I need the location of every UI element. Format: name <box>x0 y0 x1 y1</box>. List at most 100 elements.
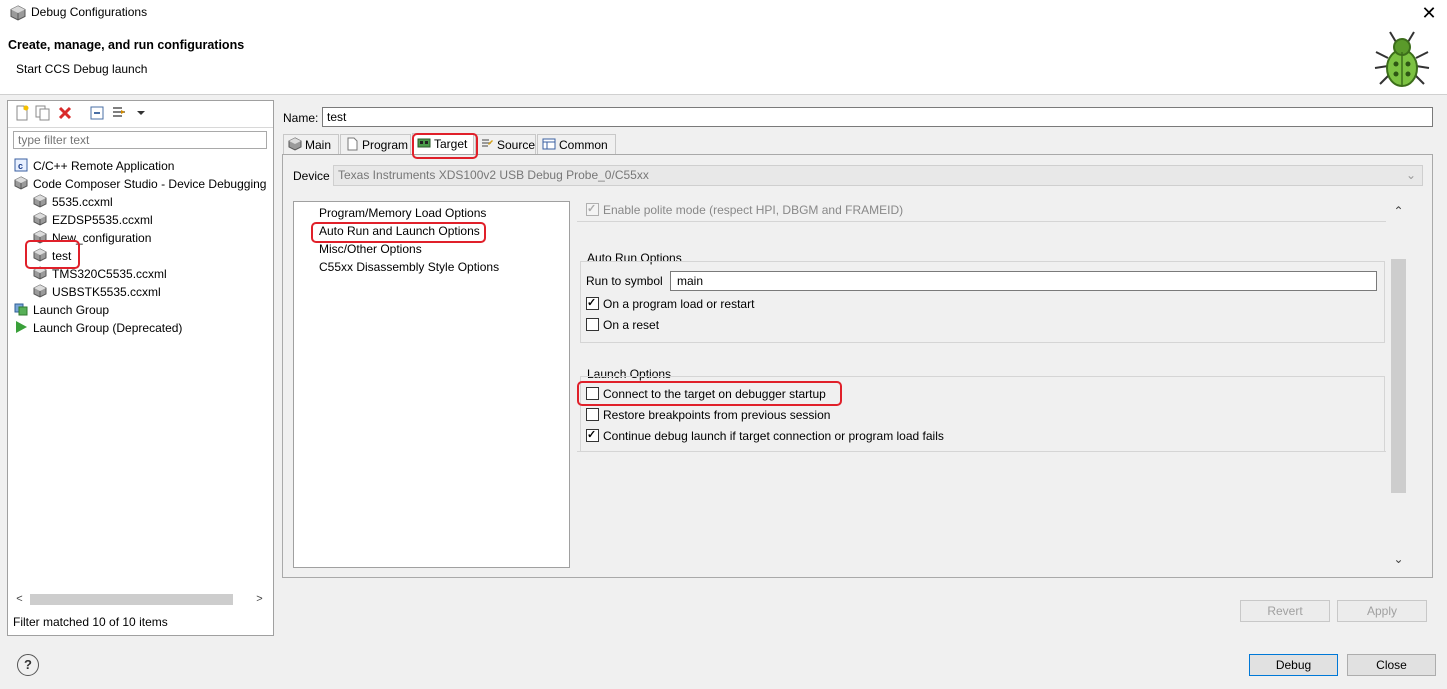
scroll-up-icon[interactable]: ⌃ <box>1390 203 1407 220</box>
restore-breakpoints-label: Restore breakpoints from previous sessio… <box>603 408 831 422</box>
tree-item-label: C/C++ Remote Application <box>33 159 175 173</box>
help-icon[interactable]: ? <box>17 654 39 676</box>
ccs-cube-icon <box>33 194 47 208</box>
checkbox-icon <box>586 201 599 218</box>
tree-item-ezdsp5535-ccxml[interactable]: EZDSP5535.ccxml <box>33 211 153 229</box>
tab-label: Common <box>559 138 608 152</box>
ccs-cube-icon <box>33 212 47 226</box>
tree-item-label: 5535.ccxml <box>52 195 113 209</box>
option-c55xx-disassembly-style-options[interactable]: C55xx Disassembly Style Options <box>319 258 499 276</box>
debug-button[interactable]: Debug <box>1249 654 1338 676</box>
options-pane: Enable polite mode (respect HPI, DBGM an… <box>577 201 1408 568</box>
apply-button[interactable]: Apply <box>1337 600 1427 622</box>
configuration-tree-panel: < > Filter matched 10 of 10 items c C/C++… <box>7 100 274 636</box>
ccs-cube-icon <box>33 248 47 262</box>
horizontal-scrollbar[interactable]: < > <box>8 591 273 608</box>
checkbox-icon <box>586 426 599 444</box>
scroll-down-icon[interactable]: ⌄ <box>1390 551 1407 568</box>
close-button[interactable]: Close <box>1347 654 1436 676</box>
delete-configuration-icon[interactable] <box>57 105 73 121</box>
divider <box>577 451 1386 452</box>
connect-on-startup-label: Connect to the target on debugger startu… <box>603 387 826 401</box>
filter-configurations-icon[interactable] <box>111 105 127 121</box>
tree-item-c-c-remote-application[interactable]: c C/C++ Remote Application <box>14 157 174 175</box>
tree-item-label: New_configuration <box>52 231 152 245</box>
tree-item-launch-group[interactable]: Launch Group <box>14 301 109 319</box>
launch-arrow-icon <box>16 321 27 333</box>
ccs-cube-icon <box>14 176 28 190</box>
tree-item-code-composer-studio-device-debugging[interactable]: Code Composer Studio - Device Debugging <box>14 175 266 193</box>
banner-subtitle: Start CCS Debug launch <box>16 62 148 76</box>
tab-source[interactable]: Source <box>475 134 536 154</box>
tree-item-label: EZDSP5535.ccxml <box>52 213 153 227</box>
filter-input[interactable] <box>13 131 267 149</box>
tree-item-test[interactable]: test <box>33 247 71 265</box>
tree-item-label: Code Composer Studio - Device Debugging <box>33 177 267 191</box>
table-icon <box>542 138 556 150</box>
ccs-cube-icon <box>33 230 47 244</box>
tree-item-new-configuration[interactable]: New_configuration <box>33 229 151 247</box>
options-vertical-scrollbar[interactable]: ⌃ ⌄ <box>1390 201 1407 568</box>
on-program-load-checkbox[interactable]: On a program load or restart <box>586 294 754 313</box>
tree-item-label: USBSTK5535.ccxml <box>52 285 161 299</box>
checkbox-icon <box>586 318 599 331</box>
option-program-memory-load-options[interactable]: Program/Memory Load Options <box>319 204 486 222</box>
checkbox-icon <box>586 294 599 312</box>
tab-common[interactable]: Common <box>537 134 616 154</box>
restore-breakpoints-checkbox[interactable]: Restore breakpoints from previous sessio… <box>586 406 830 424</box>
tab-label: Program <box>362 138 409 152</box>
on-reset-label: On a reset <box>603 318 660 332</box>
chevron-down-icon: ⌄ <box>1405 168 1416 182</box>
revert-button[interactable]: Revert <box>1240 600 1330 622</box>
board-icon <box>417 138 431 148</box>
name-label: Name: <box>283 111 319 125</box>
tree-item-5535-ccxml[interactable]: 5535.ccxml <box>33 193 113 211</box>
page-icon <box>347 137 358 151</box>
connect-on-startup-checkbox[interactable]: Connect to the target on debugger startu… <box>586 385 826 403</box>
run-to-symbol-label: Run to symbol <box>586 274 663 288</box>
polite-mode-label: Enable polite mode (respect HPI, DBGM an… <box>603 203 904 217</box>
tree-item-tms320c5535-ccxml[interactable]: TMS320C5535.ccxml <box>33 265 167 283</box>
tree-item-label: TMS320C5535.ccxml <box>52 267 167 281</box>
c-app-icon: c <box>14 158 28 172</box>
svg-text:c: c <box>18 161 23 171</box>
tree-item-launch-group-deprecated[interactable]: Launch Group (Deprecated) <box>14 319 182 337</box>
tree-toolbar <box>8 101 273 128</box>
tab-target[interactable]: Target <box>412 133 474 155</box>
scroll-left-icon[interactable]: < <box>11 591 28 608</box>
scrollbar-thumb[interactable] <box>30 594 233 605</box>
filter-status: Filter matched 10 of 10 items <box>13 615 168 629</box>
scrollbar-thumb[interactable] <box>1391 259 1406 493</box>
duplicate-configuration-icon[interactable] <box>35 105 51 121</box>
checkbox-icon <box>586 408 599 421</box>
chevron-down-icon[interactable] <box>133 105 149 121</box>
on-reset-checkbox[interactable]: On a reset <box>586 316 659 334</box>
cube-icon <box>288 137 302 151</box>
header-banner: Create, manage, and run configurations S… <box>0 26 1447 95</box>
tab-program[interactable]: Program <box>340 134 411 154</box>
debug-bug-icon <box>1374 31 1430 87</box>
option-category-list: Program/Memory Load Options Auto Run and … <box>293 201 570 568</box>
collapse-all-icon[interactable] <box>89 105 105 121</box>
device-label: Device <box>293 169 330 183</box>
tree-item-usbstk5535-ccxml[interactable]: USBSTK5535.ccxml <box>33 283 161 301</box>
tab-label: Source <box>497 138 536 152</box>
continue-launch-label: Continue debug launch if target connecti… <box>603 429 944 443</box>
ccs-cube-icon <box>33 266 47 280</box>
divider <box>577 221 1386 222</box>
name-input[interactable]: test <box>322 107 1433 127</box>
new-configuration-icon[interactable] <box>14 105 30 121</box>
device-value: Texas Instruments XDS100v2 USB Debug Pro… <box>338 168 649 182</box>
tree-item-label: test <box>52 249 72 263</box>
scroll-right-icon[interactable]: > <box>251 591 268 608</box>
option-auto-run-and-launch-options[interactable]: Auto Run and Launch Options <box>319 222 480 240</box>
ccs-cube-icon <box>33 284 47 298</box>
tab-main[interactable]: Main <box>283 134 339 154</box>
tree-item-label: Launch Group <box>33 303 110 317</box>
tab-label: Target <box>434 137 468 151</box>
close-window-button[interactable]: ✕ <box>1418 2 1440 24</box>
banner-title: Create, manage, and run configurations <box>8 38 245 52</box>
continue-launch-checkbox[interactable]: Continue debug launch if target connecti… <box>586 426 944 445</box>
run-to-symbol-input[interactable]: main <box>670 271 1377 291</box>
option-misc-other-options[interactable]: Misc/Other Options <box>319 240 422 258</box>
